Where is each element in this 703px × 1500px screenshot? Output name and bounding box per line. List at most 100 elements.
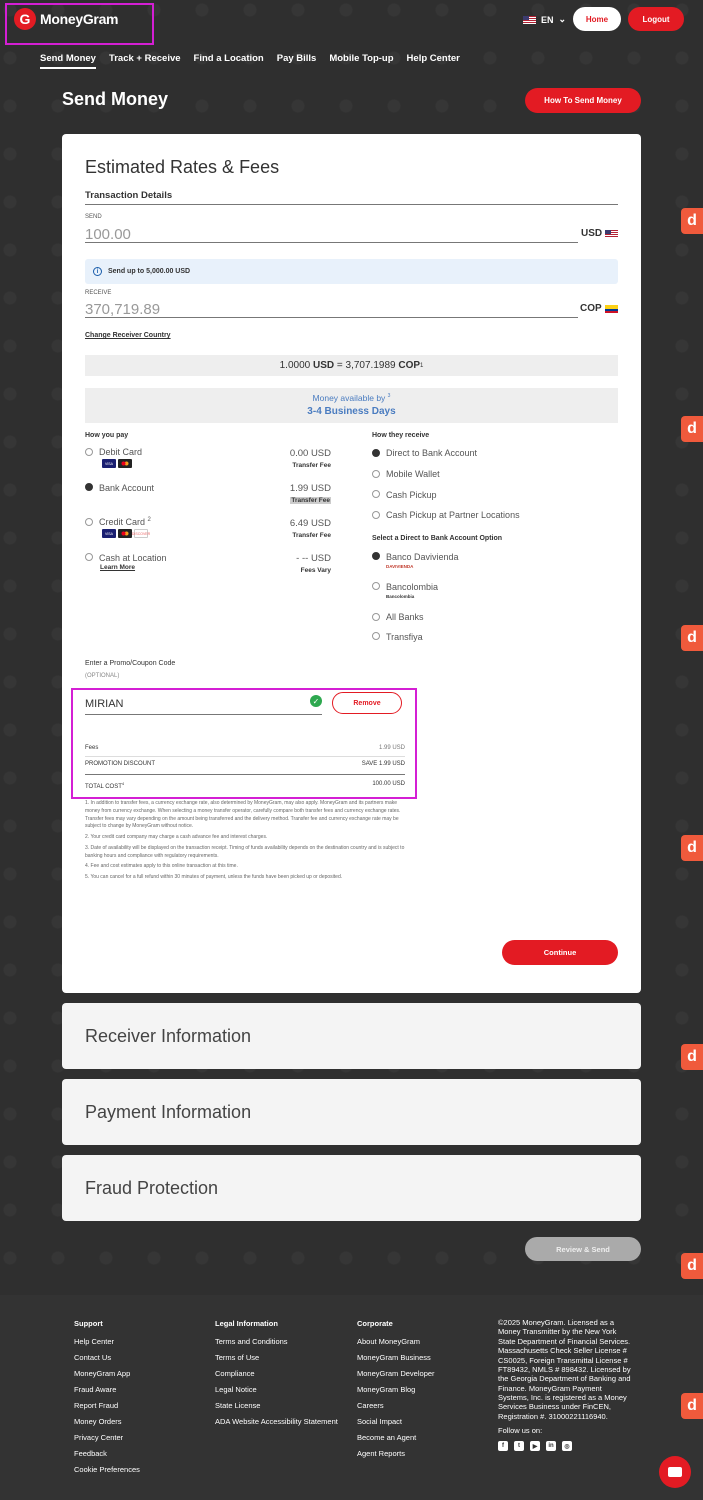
linkedin-icon[interactable]: in (546, 1441, 556, 1451)
footer-support: Support Help Center Contact Us MoneyGram… (74, 1319, 140, 1481)
how-to-send-button[interactable]: How To Send Money (525, 88, 641, 113)
footer-link[interactable]: Report Fraud (74, 1401, 140, 1410)
footer-link[interactable]: Social Impact (357, 1417, 435, 1426)
fee-credit-card: 6.49 USD (289, 518, 331, 529)
option-mobile-wallet[interactable]: Mobile Wallet (386, 469, 440, 479)
radio-debit-card[interactable] (85, 448, 93, 456)
radio-bank-account[interactable] (85, 483, 93, 491)
nav-mobile-topup[interactable]: Mobile Top-up (329, 53, 393, 69)
continue-button[interactable]: Continue (502, 940, 618, 965)
twitter-icon[interactable]: t (514, 1441, 524, 1451)
promo-code-input[interactable]: MIRIAN (85, 698, 124, 710)
nav-track-receive[interactable]: Track + Receive (109, 53, 181, 69)
radio-cash-pickup[interactable] (372, 490, 380, 498)
review-send-button[interactable]: Review & Send (525, 1237, 641, 1261)
footer-link[interactable]: MoneyGram App (74, 1369, 140, 1378)
footer-link[interactable]: Help Center (74, 1337, 140, 1346)
footer-link[interactable]: About MoneyGram (357, 1337, 435, 1346)
payment-information-panel[interactable]: Payment Information (62, 1079, 641, 1145)
instagram-icon[interactable]: ◎ (562, 1441, 572, 1451)
footer-link[interactable]: Agent Reports (357, 1449, 435, 1458)
footer-link[interactable]: Compliance (215, 1369, 338, 1378)
side-tab-icon[interactable]: d (681, 1044, 703, 1070)
colombia-flag-icon (604, 304, 618, 313)
rate-right-currency: COP (398, 360, 421, 371)
receiver-information-panel[interactable]: Receiver Information (62, 1003, 641, 1069)
option-bancolombia[interactable]: Bancolombia (386, 582, 438, 592)
radio-all-banks[interactable] (372, 613, 380, 621)
facebook-icon[interactable]: f (498, 1441, 508, 1451)
footer-link[interactable]: MoneyGram Developer (357, 1369, 435, 1378)
visa-icon: VISA (102, 459, 116, 468)
radio-cash-at-location[interactable] (85, 553, 93, 561)
nav-pay-bills[interactable]: Pay Bills (277, 53, 317, 69)
home-button[interactable]: Home (573, 7, 621, 31)
side-tab-icon[interactable]: d (681, 625, 703, 651)
side-tab-icon[interactable]: d (681, 1253, 703, 1279)
option-direct-to-bank[interactable]: Direct to Bank Account (386, 448, 477, 458)
footer-link[interactable]: Cookie Preferences (74, 1465, 140, 1474)
footer-link[interactable]: Fraud Aware (74, 1385, 140, 1394)
side-tab-icon[interactable]: d (681, 208, 703, 234)
footnote-2: 2. Your credit card company may charge a… (85, 834, 268, 840)
footer-link[interactable]: ADA Website Accessibility Statement (215, 1417, 338, 1426)
footer-link[interactable]: State License (215, 1401, 338, 1410)
youtube-icon[interactable]: ▶ (530, 1441, 540, 1451)
radio-bancolombia[interactable] (372, 582, 380, 590)
option-cash-pickup-partner[interactable]: Cash Pickup at Partner Locations (386, 510, 520, 520)
footnote-3: 3. Date of availability will be displaye… (85, 844, 405, 859)
nav-help-center[interactable]: Help Center (407, 53, 460, 69)
footer-link[interactable]: Terms of Use (215, 1353, 338, 1362)
receive-amount-input[interactable]: 370,719.89 (85, 301, 160, 318)
fee-label-credit-card: Transfer Fee (292, 532, 331, 539)
option-bank-account[interactable]: Bank Account (99, 483, 154, 493)
footer-link[interactable]: Feedback (74, 1449, 140, 1458)
remove-promo-button[interactable]: Remove (332, 692, 402, 714)
radio-credit-card[interactable] (85, 518, 93, 526)
footer-link[interactable]: Terms and Conditions (215, 1337, 338, 1346)
send-amount-input[interactable]: 100.00 (85, 226, 131, 243)
footer-link[interactable]: Privacy Center (74, 1433, 140, 1442)
rate-equals: = (336, 360, 343, 371)
radio-cash-pickup-partner[interactable] (372, 511, 380, 519)
nav-find-location[interactable]: Find a Location (194, 53, 264, 69)
footer-link[interactable]: Careers (357, 1401, 435, 1410)
receive-input-underline (85, 317, 578, 318)
footer-link[interactable]: Contact Us (74, 1353, 140, 1362)
total-cost-text: TOTAL COST (85, 784, 122, 790)
side-tab-icon[interactable]: d (681, 416, 703, 442)
radio-transfiya[interactable] (372, 632, 380, 640)
logout-button[interactable]: Logout (628, 7, 684, 31)
footer-link[interactable]: MoneyGram Blog (357, 1385, 435, 1394)
footer-link[interactable]: Become an Agent (357, 1433, 435, 1442)
option-banco-davivienda[interactable]: Banco Davivienda (386, 552, 459, 562)
receive-currency[interactable]: COP (580, 303, 618, 314)
side-tab-icon[interactable]: d (681, 835, 703, 861)
side-tab-icon[interactable]: d (681, 1393, 703, 1419)
receive-label: RECEIVE (85, 290, 112, 296)
radio-direct-to-bank[interactable] (372, 449, 380, 457)
nav-send-money[interactable]: Send Money (40, 53, 96, 69)
option-debit-card[interactable]: Debit Card (99, 447, 142, 457)
chat-button[interactable] (659, 1456, 691, 1488)
footnote-4: 4. Fee and cost estimates apply to this … (85, 863, 238, 870)
send-limit-text: Send up to 5,000.00 USD (108, 268, 191, 275)
option-transfiya[interactable]: Transfiya (386, 632, 423, 642)
fraud-protection-panel[interactable]: Fraud Protection (62, 1155, 641, 1221)
option-cash-at-location[interactable]: Cash at Location (99, 553, 167, 563)
footer-link[interactable]: Money Orders (74, 1417, 140, 1426)
follow-us-label: Follow us on: (498, 1426, 543, 1435)
footer-link[interactable]: MoneyGram Business (357, 1353, 435, 1362)
estimate-heading: Estimated Rates & Fees (85, 157, 280, 177)
option-all-banks[interactable]: All Banks (386, 612, 424, 622)
change-receiver-country-link[interactable]: Change Receiver Country (85, 332, 171, 339)
language-selector[interactable]: EN ⌄ (523, 14, 566, 25)
option-cash-pickup[interactable]: Cash Pickup (386, 490, 437, 500)
radio-banco-davivienda[interactable] (372, 552, 380, 560)
send-currency[interactable]: USD (581, 228, 619, 239)
footer-link[interactable]: Legal Notice (215, 1385, 338, 1394)
learn-more-link[interactable]: Learn More (100, 564, 135, 571)
option-credit-card[interactable]: Credit Card 2 (99, 517, 151, 527)
divider (85, 774, 405, 775)
radio-mobile-wallet[interactable] (372, 470, 380, 478)
